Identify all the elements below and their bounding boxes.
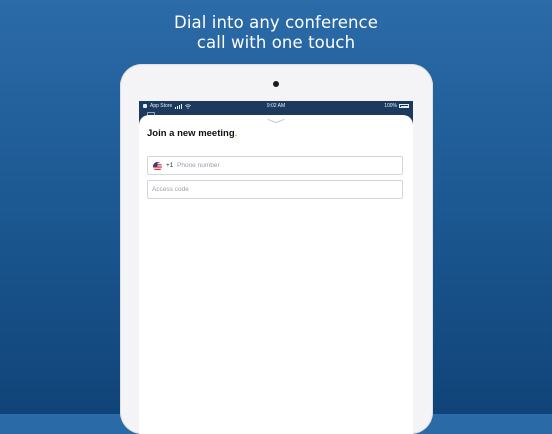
promo-headline-line-2: call with one touch bbox=[196, 33, 356, 52]
sheet-title: Join a new meeting. bbox=[147, 128, 237, 139]
promo-headline: Dial into any conference call with one t… bbox=[0, 13, 552, 53]
status-bar: App Store 9:02 AM 100% bbox=[139, 101, 413, 111]
tablet-device-frame: App Store 9:02 AM 100% Join a new meetin… bbox=[120, 64, 433, 434]
front-camera bbox=[273, 81, 279, 87]
us-flag-icon[interactable] bbox=[153, 161, 162, 171]
access-code-input[interactable] bbox=[152, 181, 397, 198]
status-time: 9:02 AM bbox=[266, 103, 286, 109]
app-screen: App Store 9:02 AM 100% Join a new meetin… bbox=[139, 101, 413, 434]
join-meeting-sheet: Join a new meeting. +1 bbox=[139, 115, 413, 434]
phone-number-field[interactable]: +1 bbox=[147, 156, 403, 175]
phone-number-input[interactable] bbox=[177, 157, 397, 174]
promo-headline-line-1: Dial into any conference bbox=[174, 13, 378, 32]
country-code[interactable]: +1 bbox=[166, 157, 173, 174]
access-code-field[interactable] bbox=[147, 180, 403, 199]
sheet-grabber-chevron-icon[interactable] bbox=[266, 118, 286, 124]
sheet-title-text: Join a new meeting bbox=[147, 128, 235, 139]
status-right: 100% bbox=[384, 101, 409, 111]
battery-percent: 100% bbox=[384, 103, 397, 109]
battery-icon bbox=[399, 104, 409, 108]
title-accent-dot: . bbox=[234, 128, 238, 139]
